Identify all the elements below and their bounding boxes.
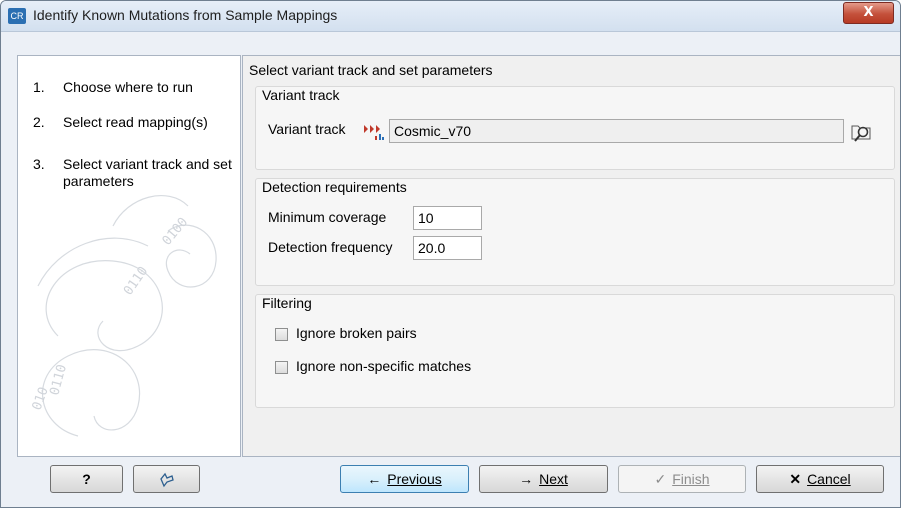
svg-text:0110: 0110 bbox=[47, 363, 70, 397]
group-title: Variant track bbox=[262, 87, 340, 103]
next-label: Next bbox=[539, 471, 568, 487]
checkmark-icon: ✓ bbox=[654, 471, 667, 487]
finish-button: ✓ Finish bbox=[618, 465, 746, 493]
previous-label: Previous bbox=[387, 471, 442, 487]
undo-arrow-icon bbox=[159, 473, 174, 488]
previous-button[interactable]: ← Previous bbox=[340, 465, 469, 493]
step-label: Choose where to run bbox=[63, 79, 193, 95]
svg-text:0100: 0100 bbox=[160, 215, 192, 249]
app-icon: CR bbox=[8, 8, 26, 24]
min-coverage-label: Minimum coverage bbox=[268, 209, 387, 225]
min-coverage-input[interactable]: 10 bbox=[413, 206, 482, 230]
step-number: 1. bbox=[33, 79, 45, 95]
detection-frequency-label: Detection frequency bbox=[268, 239, 393, 255]
dialog-window: CR Identify Known Mutations from Sample … bbox=[0, 0, 901, 508]
finish-label: Finish bbox=[672, 471, 710, 487]
detection-frequency-input[interactable]: 20.0 bbox=[413, 236, 482, 260]
wizard-steps-panel: 1. Choose where to run 2. Select read ma… bbox=[17, 55, 241, 457]
title-bar[interactable]: CR Identify Known Mutations from Sample … bbox=[1, 1, 900, 32]
help-label: ? bbox=[82, 471, 91, 487]
close-button[interactable]: X bbox=[843, 2, 894, 24]
close-x-icon: ✕ bbox=[789, 471, 802, 487]
next-button[interactable]: → Next bbox=[479, 465, 608, 493]
arrow-left-icon: ← bbox=[367, 471, 382, 487]
decorative-spiral-watermark: 0110 0100 010 0110 bbox=[30, 195, 217, 437]
cancel-button[interactable]: ✕ Cancel bbox=[756, 465, 884, 493]
svg-text:0110: 0110 bbox=[121, 264, 151, 298]
panel-heading: Select variant track and set parameters bbox=[249, 62, 493, 78]
detection-requirements-group: Detection requirements Minimum coverage … bbox=[255, 178, 895, 286]
variant-track-field[interactable]: Cosmic_v70 bbox=[389, 119, 844, 143]
ignore-broken-pairs-checkbox[interactable] bbox=[275, 328, 288, 341]
step-number: 2. bbox=[33, 114, 45, 130]
ignore-nonspecific-label[interactable]: Ignore non-specific matches bbox=[296, 358, 471, 374]
help-button[interactable]: ? bbox=[50, 465, 123, 493]
group-title: Detection requirements bbox=[262, 179, 407, 195]
reset-button[interactable] bbox=[133, 465, 200, 493]
window-title: Identify Known Mutations from Sample Map… bbox=[33, 7, 338, 23]
variant-track-label: Variant track bbox=[268, 121, 346, 137]
cancel-label: Cancel bbox=[807, 471, 851, 487]
browse-folder-icon[interactable] bbox=[849, 120, 875, 144]
variant-track-icon bbox=[364, 125, 384, 140]
filtering-group: Filtering Ignore broken pairs Ignore non… bbox=[255, 294, 895, 408]
ignore-nonspecific-checkbox[interactable] bbox=[275, 361, 288, 374]
variant-track-group: Variant track Variant track Cosmic_v70 bbox=[255, 86, 895, 170]
arrow-right-icon: → bbox=[519, 471, 534, 487]
ignore-broken-pairs-label[interactable]: Ignore broken pairs bbox=[296, 325, 417, 341]
parameters-panel: Select variant track and set parameters … bbox=[242, 55, 900, 457]
group-title: Filtering bbox=[262, 295, 312, 311]
step-label: Select read mapping(s) bbox=[63, 114, 208, 130]
